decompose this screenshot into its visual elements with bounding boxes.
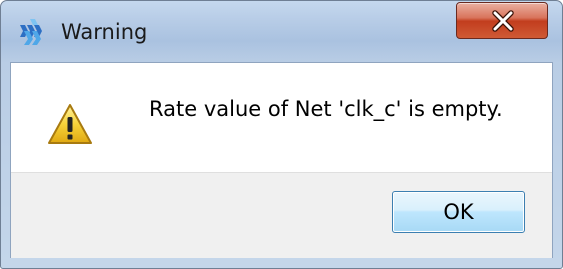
close-icon (492, 10, 514, 32)
dialog-content: Rate value of Net 'clk_c' is empty. OK (10, 62, 553, 258)
gowin-logo-icon (18, 17, 48, 47)
warning-message: Rate value of Net 'clk_c' is empty. (149, 97, 503, 121)
title-bar[interactable]: Warning (1, 1, 562, 61)
warning-dialog-window: Warning Rate value of Net 'clk_c' is emp… (0, 0, 563, 269)
button-bar: OK (11, 172, 552, 258)
warning-triangle-icon (47, 102, 93, 146)
window-title: Warning (61, 20, 148, 44)
close-button[interactable] (456, 2, 548, 39)
ok-button[interactable]: OK (392, 191, 525, 233)
